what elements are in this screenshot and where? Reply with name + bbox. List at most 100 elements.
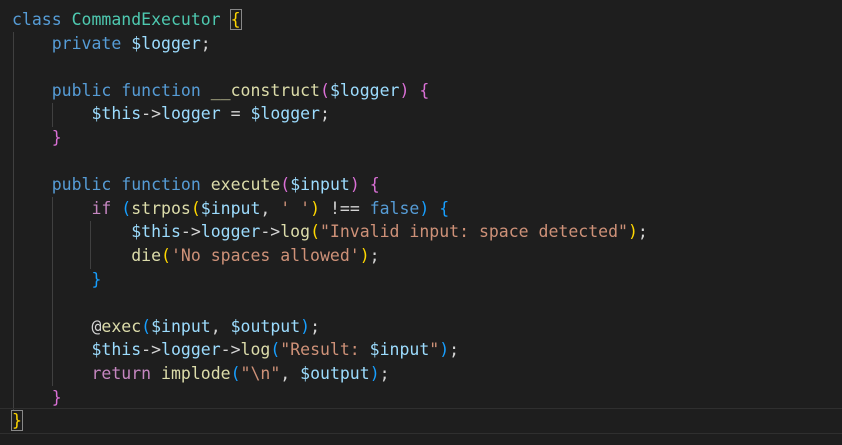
code-line[interactable]: $this->logger->log("Result: $input");: [12, 338, 842, 362]
code-token: die: [131, 245, 162, 265]
code-line[interactable]: class CommandExecutor {: [12, 8, 842, 32]
code-token: log: [280, 222, 311, 242]
code-lines[interactable]: class CommandExecutor { private $logger;…: [0, 8, 842, 434]
code-token: ;: [369, 245, 380, 265]
code-editor[interactable]: class CommandExecutor { private $logger;…: [0, 0, 842, 445]
code-token: log: [240, 340, 271, 360]
code-token: $logger: [250, 104, 320, 124]
code-token: exec: [101, 316, 142, 336]
code-line[interactable]: $this->logger = $logger;: [12, 102, 842, 126]
code-line[interactable]: return implode("\n", $output);: [12, 362, 842, 386]
code-token: ,: [260, 198, 281, 218]
code-token: ->: [141, 104, 162, 124]
code-token: !==: [320, 198, 370, 218]
code-line[interactable]: }: [0, 408, 842, 434]
code-token: $output: [300, 363, 370, 383]
code-token: function: [121, 175, 201, 195]
code-token: ): [310, 198, 321, 218]
code-token: ,: [280, 363, 301, 383]
code-token: logger: [200, 222, 261, 242]
code-token: $input: [151, 316, 211, 336]
code-token: (: [310, 222, 320, 242]
code-token: @: [91, 316, 102, 336]
code-token: ): [627, 222, 638, 242]
code-line[interactable]: }: [12, 268, 842, 292]
code-token: __construct: [210, 80, 320, 100]
code-line[interactable]: die('No spaces allowed');: [12, 244, 842, 268]
code-token: {: [439, 198, 450, 218]
code-token: ,: [210, 316, 231, 336]
code-token: (: [190, 198, 201, 218]
code-token: ;: [637, 222, 648, 242]
code-line[interactable]: [12, 291, 842, 315]
code-token: ;: [320, 104, 330, 124]
code-token: ): [399, 80, 410, 100]
code-token: class: [12, 10, 62, 29]
code-line[interactable]: public function __construct($logger) {: [12, 79, 842, 103]
code-token: ;: [310, 316, 321, 336]
code-line[interactable]: private $logger;: [12, 32, 842, 56]
code-line[interactable]: [12, 55, 842, 79]
code-token: }: [91, 269, 102, 289]
code-token: ;: [449, 340, 460, 360]
code-token: {: [229, 9, 242, 30]
code-token: (: [141, 316, 152, 336]
code-token: ": [429, 340, 440, 360]
code-token: "\n": [240, 363, 281, 383]
code-token: ->: [141, 340, 162, 360]
code-token: ): [419, 198, 430, 218]
code-line[interactable]: [12, 150, 842, 174]
code-token: (: [230, 363, 241, 383]
code-line[interactable]: $this->logger->log("Invalid input: space…: [12, 220, 842, 244]
code-token: logger: [161, 340, 221, 360]
code-token: 'No spaces allowed': [170, 245, 360, 265]
code-token: {: [419, 80, 430, 100]
code-token: function: [121, 80, 201, 100]
code-line[interactable]: }: [12, 386, 842, 410]
code-token: ): [359, 245, 370, 265]
code-token: (: [270, 340, 281, 360]
code-token: {: [369, 175, 380, 195]
code-line[interactable]: if (strpos($input, ' ') !== false) {: [12, 197, 842, 221]
code-line[interactable]: @exec($input, $output);: [12, 315, 842, 339]
code-token: strpos: [131, 198, 191, 218]
code-token: if: [91, 198, 112, 218]
code-token: private: [51, 33, 122, 53]
code-token: $output: [230, 316, 301, 336]
code-line[interactable]: }: [12, 126, 842, 150]
code-token: =: [220, 104, 251, 124]
code-token: }: [51, 387, 62, 407]
code-token: ): [300, 316, 311, 336]
code-line[interactable]: public function execute($input) {: [12, 173, 842, 197]
code-token: ): [369, 363, 380, 383]
code-token: implode: [161, 363, 231, 383]
code-token: public: [51, 175, 112, 195]
code-token: $logger: [131, 33, 201, 53]
code-token: "Result:: [280, 340, 370, 360]
code-token: ;: [379, 363, 390, 383]
code-token: ;: [200, 33, 211, 53]
code-token: $this: [131, 222, 181, 242]
